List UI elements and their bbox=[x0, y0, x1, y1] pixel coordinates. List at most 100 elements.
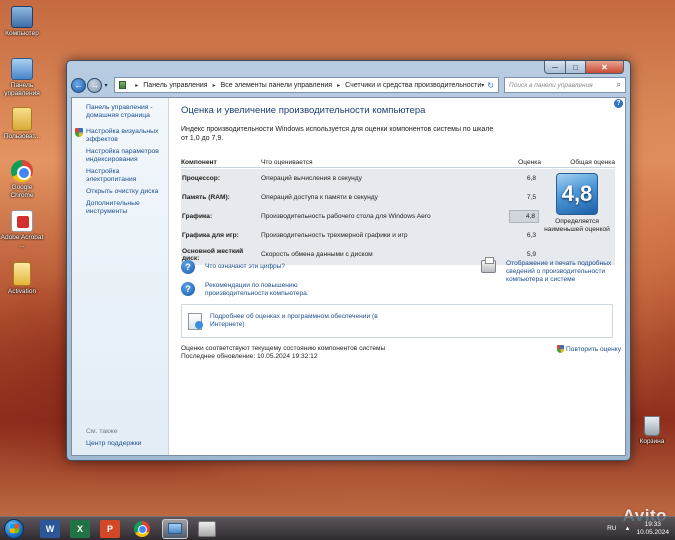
chrome-icon bbox=[11, 160, 33, 182]
recent-pages-dropdown[interactable]: ▾ bbox=[102, 82, 110, 89]
disk-cleanup-link[interactable]: Открыть очистку диска bbox=[86, 188, 168, 196]
taskbar-powerpoint-icon[interactable]: P bbox=[100, 519, 120, 538]
desktop-icon-chrome[interactable]: Google Chrome bbox=[0, 160, 44, 200]
header-base-score: Общая оценка bbox=[570, 158, 615, 166]
desktop-icon-adobe-acrobat[interactable]: Adobe Acrobat ... bbox=[0, 210, 44, 250]
component-score: 6,8 bbox=[526, 175, 536, 182]
what-mean-link[interactable]: Что означают эти цифры? bbox=[205, 263, 285, 271]
retry-label: Повторить оценку bbox=[566, 345, 621, 353]
desktop-icon-label: Google Chrome bbox=[10, 184, 34, 199]
desktop-icon-label: Корзина bbox=[639, 438, 665, 445]
retry-assessment-link[interactable]: Повторить оценку bbox=[557, 345, 621, 353]
breadcrumb-all-items[interactable]: Все элементы панели управления bbox=[221, 82, 332, 89]
power-settings-link[interactable]: Настройка электропитания bbox=[86, 168, 168, 184]
taskbar-excel-icon[interactable]: X bbox=[70, 519, 90, 538]
taskbar: W X P RU ▲ 19:33 10.05.2024 bbox=[0, 516, 675, 540]
control-panel-icon bbox=[11, 58, 33, 80]
maximize-button[interactable]: □ bbox=[566, 61, 586, 74]
refresh-icon[interactable]: ↻ bbox=[487, 81, 494, 90]
user-folder-icon bbox=[12, 107, 32, 131]
windows-logo-icon bbox=[9, 524, 19, 533]
adobe-acrobat-icon bbox=[11, 210, 33, 232]
question-icon: ? bbox=[181, 260, 195, 274]
computer-icon bbox=[11, 6, 33, 28]
print-row[interactable]: Отображение и печать подробных сведений … bbox=[481, 257, 613, 284]
window-controls: ─ □ ✕ bbox=[544, 61, 624, 74]
uac-shield-icon bbox=[75, 128, 83, 137]
minimize-button[interactable]: ─ bbox=[544, 61, 566, 74]
online-document-icon bbox=[188, 312, 203, 330]
component-score: 5,9 bbox=[526, 251, 536, 258]
desktop-icon-label: Activation bbox=[7, 288, 37, 295]
desktop-icon-user-folder[interactable]: Пользоват... bbox=[0, 107, 44, 141]
close-button[interactable]: ✕ bbox=[586, 61, 624, 74]
base-score-panel: 4,8 Определяется наименьшей оценкой bbox=[539, 169, 615, 265]
component-name: Память (RAM): bbox=[182, 194, 230, 201]
table-header: Компонент Что оценивается Оценка Общая о… bbox=[181, 157, 615, 168]
header-what: Что оценивается bbox=[261, 158, 313, 166]
forward-button[interactable]: → bbox=[87, 77, 102, 93]
help-icon[interactable]: ? bbox=[614, 99, 623, 108]
breadcrumb-control-panel[interactable]: Панель управления bbox=[143, 82, 207, 89]
main-pane: ? Оценка и увеличение производительности… bbox=[169, 98, 625, 455]
language-indicator[interactable]: RU bbox=[607, 525, 616, 532]
tray-expand-icon[interactable]: ▲ bbox=[625, 526, 631, 532]
breadcrumb-separator: ▸ bbox=[135, 82, 139, 89]
start-button[interactable] bbox=[4, 518, 24, 539]
performance-window: ─ □ ✕ ← → ▾ ▸ Панель управления ▸ Все эл… bbox=[66, 60, 631, 461]
task-pane: Панель управления - домашняя страница На… bbox=[72, 98, 169, 455]
more-info-link[interactable]: Подробнее об оценках и программном обесп… bbox=[210, 313, 380, 329]
indexing-options-link[interactable]: Настройка параметров индексирования bbox=[86, 148, 168, 164]
recycle-bin-icon bbox=[644, 416, 660, 436]
desktop-icon-label: Панель управления bbox=[4, 82, 40, 97]
tips-row[interactable]: ? Рекомендации по повышению производител… bbox=[181, 282, 341, 298]
taskbar-word-icon[interactable]: W bbox=[40, 519, 60, 538]
header-score: Оценка bbox=[518, 158, 541, 166]
status-line-2: Последнее обновление: 10.05.2024 19:32:1… bbox=[181, 353, 318, 360]
component-what: Операций вычисления в секунду bbox=[261, 174, 362, 182]
desktop-icon-computer[interactable]: Компьютер bbox=[0, 6, 44, 38]
component-what: Производительность трехмерной графики и … bbox=[261, 231, 408, 239]
activation-file-icon bbox=[13, 262, 31, 286]
visual-effects-label: Настройка визуальных эффектов bbox=[86, 128, 159, 143]
taskbar-control-panel-button[interactable] bbox=[162, 518, 188, 539]
taskbar-tools-icon[interactable] bbox=[198, 520, 216, 537]
breadcrumb-performance[interactable]: Счетчики и средства производительности bbox=[345, 82, 481, 89]
address-bar[interactable]: ▸ Панель управления ▸ Все элементы панел… bbox=[114, 77, 499, 93]
advanced-tools-link[interactable]: Дополнительные инструменты bbox=[86, 200, 168, 216]
printer-icon bbox=[481, 257, 496, 273]
header-component: Компонент bbox=[181, 158, 217, 166]
table-row: Память (RAM): Операций доступа к памяти … bbox=[181, 188, 539, 207]
what-mean-row[interactable]: ? Что означают эти цифры? bbox=[181, 260, 285, 274]
search-input[interactable]: Поиск в панели управления ⌕ bbox=[504, 77, 626, 93]
back-button[interactable]: ← bbox=[71, 77, 86, 93]
table-row: Графика: Производительность рабочего сто… bbox=[181, 207, 539, 226]
page-title: Оценка и увеличение производительности к… bbox=[181, 105, 426, 116]
control-panel-icon bbox=[119, 81, 127, 89]
desktop-icon-label: Компьютер bbox=[5, 30, 39, 37]
question-icon: ? bbox=[181, 282, 195, 296]
window-content: Панель управления - домашняя страница На… bbox=[71, 97, 626, 456]
address-dropdown-icon[interactable]: ▾ bbox=[481, 82, 484, 89]
desktop-icon-control-panel[interactable]: Панель управления bbox=[0, 58, 44, 98]
table-row: Графика для игр: Производительность трех… bbox=[181, 226, 539, 245]
base-score-caption: Определяется наименьшей оценкой bbox=[544, 218, 610, 233]
control-panel-home-link[interactable]: Панель управления - домашняя страница bbox=[86, 104, 168, 120]
component-name: Графика: bbox=[182, 213, 213, 220]
desktop-icon-activation[interactable]: Activation bbox=[0, 262, 44, 296]
clock-date: 10.05.2024 bbox=[636, 528, 669, 536]
navigation-bar: ← → ▾ ▸ Панель управления ▸ Все элементы… bbox=[71, 75, 626, 95]
table-body: Процессор: Операций вычисления в секунду… bbox=[181, 169, 539, 265]
tips-link[interactable]: Рекомендации по повышению производительн… bbox=[205, 282, 341, 298]
print-details-link[interactable]: Отображение и печать подробных сведений … bbox=[506, 260, 613, 284]
component-name: Графика для игр: bbox=[182, 232, 239, 239]
breadcrumb-separator: ▸ bbox=[212, 82, 216, 89]
desktop-icon-recycle-bin[interactable]: Корзина bbox=[630, 416, 674, 446]
status-text: Оценки соответствуют текущему состоянию … bbox=[181, 345, 385, 361]
action-center-link[interactable]: Центр поддержки bbox=[86, 440, 141, 447]
table-row: Процессор: Операций вычисления в секунду… bbox=[181, 169, 539, 188]
clock[interactable]: 19:33 10.05.2024 bbox=[636, 521, 669, 537]
search-icon[interactable]: ⌕ bbox=[617, 80, 621, 90]
visual-effects-link[interactable]: Настройка визуальных эффектов bbox=[75, 128, 168, 144]
taskbar-chrome-icon[interactable] bbox=[134, 520, 150, 537]
